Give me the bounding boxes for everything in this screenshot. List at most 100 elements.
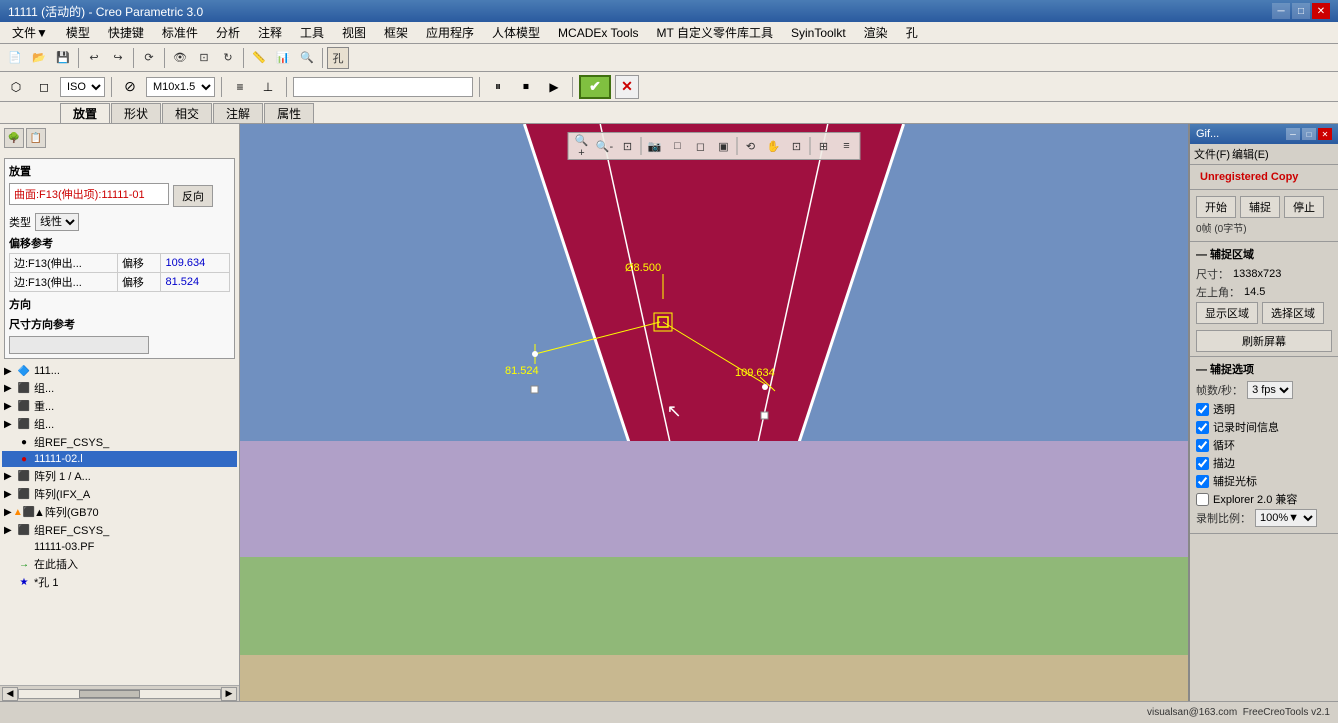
rp-min[interactable]: ─ xyxy=(1286,128,1300,140)
tree-item-group1[interactable]: ▶ ⬛ 组... xyxy=(2,379,237,397)
regenerate-button[interactable]: ⟳ xyxy=(138,47,160,69)
vp-display[interactable]: ⊞ xyxy=(813,135,835,157)
maximize-button[interactable]: □ xyxy=(1292,3,1310,19)
rp-fps-select[interactable]: 3 fps xyxy=(1247,381,1293,399)
vp-zoom-fit[interactable]: ⊡ xyxy=(617,135,639,157)
vp-view3[interactable]: ▣ xyxy=(713,135,735,157)
tab-intersect[interactable]: 相交 xyxy=(162,103,212,123)
vp-view1[interactable]: □ xyxy=(667,135,689,157)
vp-zoom-out[interactable]: 🔍- xyxy=(594,135,616,157)
rp-timestamp-check[interactable] xyxy=(1196,421,1209,434)
menu-mt[interactable]: MT 自定义零件库工具 xyxy=(649,22,781,43)
type-select[interactable]: 线性 xyxy=(35,213,79,231)
rotate-button[interactable]: ↻ xyxy=(217,47,239,69)
tree-icon-2[interactable]: 📋 xyxy=(26,128,46,148)
measure-button[interactable]: 📏 xyxy=(248,47,270,69)
tab-note[interactable]: 注解 xyxy=(213,103,263,123)
tree-item-refcsys1[interactable]: ● 组REF_CSYS_ xyxy=(2,433,237,451)
tree-item-insert-here[interactable]: → 在此插入 xyxy=(2,555,237,573)
rp-start-button[interactable]: 开始 xyxy=(1196,196,1236,218)
vp-rotate[interactable]: ⟲ xyxy=(740,135,762,157)
vp-pan[interactable]: ✋ xyxy=(763,135,785,157)
rp-scale-select[interactable]: 100%▼ xyxy=(1255,509,1317,527)
rp-stop-button[interactable]: 停止 xyxy=(1284,196,1324,218)
thread-select[interactable]: M10x1.5 xyxy=(146,77,215,97)
rp-select-region-button[interactable]: 选择区域 xyxy=(1262,302,1324,324)
rp-transparent-check[interactable] xyxy=(1196,403,1209,416)
menu-standard[interactable]: 标准件 xyxy=(154,22,206,43)
dim-ref-input[interactable] xyxy=(9,336,149,354)
rp-border-check[interactable] xyxy=(1196,457,1209,470)
analysis-button[interactable]: 📊 xyxy=(272,47,294,69)
dimension-input[interactable] xyxy=(293,77,473,97)
menu-shortcut[interactable]: 快捷键 xyxy=(100,22,152,43)
tree-item-11111-02[interactable]: ● 11111-02.l xyxy=(2,451,237,467)
vp-more[interactable]: ≡ xyxy=(836,135,858,157)
menu-human[interactable]: 人体模型 xyxy=(484,22,548,43)
close-button[interactable]: ✕ xyxy=(1312,3,1330,19)
rp-menu-file[interactable]: 文件(F) xyxy=(1194,146,1230,162)
menu-view[interactable]: 视图 xyxy=(334,22,374,43)
confirm-button[interactable]: ✔ xyxy=(579,75,611,99)
tree-item-rebuild[interactable]: ▶ ⬛ 重... xyxy=(2,397,237,415)
menu-render[interactable]: 渲染 xyxy=(856,22,896,43)
open-button[interactable]: 📂 xyxy=(28,47,50,69)
redo-button[interactable]: ↪ xyxy=(107,47,129,69)
search-button[interactable]: 🔍 xyxy=(296,47,318,69)
viewport[interactable]: 🔍+ 🔍- ⊡ 📷 □ ◻ ▣ ⟲ ✋ ⊡ ⊞ ≡ Ø8.500 xyxy=(240,124,1188,701)
align-btn[interactable]: ≡ xyxy=(228,75,252,99)
menu-mcadex[interactable]: MCADEx Tools xyxy=(550,24,646,42)
view-mode-select[interactable]: ISO xyxy=(60,77,105,97)
rp-max[interactable]: □ xyxy=(1302,128,1316,140)
menu-app[interactable]: 应用程序 xyxy=(418,22,482,43)
rp-menu-edit[interactable]: 编辑(E) xyxy=(1232,146,1269,162)
save-button[interactable]: 💾 xyxy=(52,47,74,69)
tree-item-array-ifx[interactable]: ▶ ⬛ 阵列(IFX_A xyxy=(2,485,237,503)
new-button[interactable]: 📄 xyxy=(4,47,26,69)
tree-icon-1[interactable]: 🌳 xyxy=(4,128,24,148)
rp-cursor-check[interactable] xyxy=(1196,475,1209,488)
stop-btn-toolbar[interactable]: ⏹ xyxy=(514,75,538,99)
tree-item-111[interactable]: ▶ 🔷 111... xyxy=(2,363,237,379)
tree-item-refcsys2[interactable]: ▶ ⬛ 组REF_CSYS_ xyxy=(2,521,237,539)
vp-view2[interactable]: ◻ xyxy=(690,135,712,157)
tab-shape[interactable]: 形状 xyxy=(111,103,161,123)
scroll-thumb[interactable] xyxy=(79,690,139,698)
scroll-right[interactable]: ▶ xyxy=(221,687,237,701)
display-style-btn[interactable]: ◻ xyxy=(32,75,56,99)
play-btn[interactable]: ▶ xyxy=(542,75,566,99)
rp-close[interactable]: ✕ xyxy=(1318,128,1332,140)
hole-btn[interactable]: 孔 xyxy=(327,47,349,69)
tab-placement[interactable]: 放置 xyxy=(60,103,110,123)
model-display-btn[interactable]: ⬡ xyxy=(4,75,28,99)
menu-frame[interactable]: 框架 xyxy=(376,22,416,43)
cancel-button[interactable]: ✕ xyxy=(615,75,639,99)
vp-zoom-in[interactable]: 🔍+ xyxy=(571,135,593,157)
reverse-button[interactable]: 反向 xyxy=(173,185,213,207)
vp-section[interactable]: ⊡ xyxy=(786,135,808,157)
minimize-button[interactable]: ─ xyxy=(1272,3,1290,19)
tree-item-array-gb[interactable]: ▶ ▲⬛ ▲阵列(GB70 xyxy=(2,503,237,521)
menu-analysis[interactable]: 分析 xyxy=(208,22,248,43)
scroll-left[interactable]: ◀ xyxy=(2,687,18,701)
vp-camera[interactable]: 📷 xyxy=(644,135,666,157)
rp-capture-button[interactable]: 辅捉 xyxy=(1240,196,1280,218)
menu-file[interactable]: 文件▼ xyxy=(4,22,56,43)
rp-explorer-check[interactable] xyxy=(1196,493,1209,506)
tree-item-group2[interactable]: ▶ ⬛ 组... xyxy=(2,415,237,433)
menu-annotation[interactable]: 注释 xyxy=(250,22,290,43)
view-button[interactable]: 👁 xyxy=(169,47,191,69)
tree-item-array1[interactable]: ▶ ⬛ 阵列 1 / A... xyxy=(2,467,237,485)
rp-show-region-button[interactable]: 显示区域 xyxy=(1196,302,1258,324)
scroll-track[interactable] xyxy=(18,689,221,699)
menu-hole[interactable]: 孔 xyxy=(898,22,926,43)
undo-button[interactable]: ↩ xyxy=(83,47,105,69)
menu-tools[interactable]: 工具 xyxy=(292,22,332,43)
tree-item-hole1[interactable]: ★ *孔 1 xyxy=(2,573,237,591)
tree-item-11111-03[interactable]: 11111-03.PF xyxy=(2,539,237,555)
menu-syintoolkt[interactable]: SyinToolkt xyxy=(783,24,854,42)
pause-btn[interactable]: ⏸ xyxy=(486,75,510,99)
rp-loop-check[interactable] xyxy=(1196,439,1209,452)
menu-model[interactable]: 模型 xyxy=(58,22,98,43)
zoom-fit-button[interactable]: ⊡ xyxy=(193,47,215,69)
